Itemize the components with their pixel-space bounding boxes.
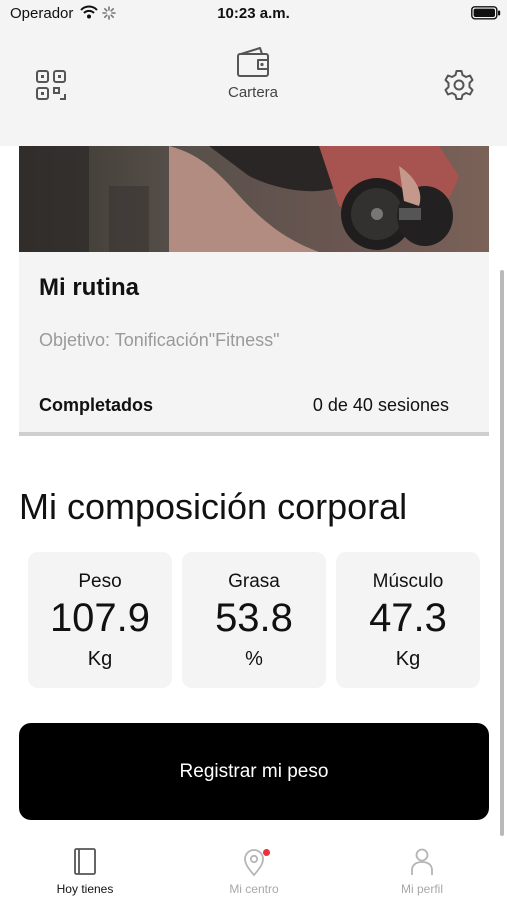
routine-goal: Objetivo: Tonificación"Fitness" [39,330,280,350]
metric-unit: Kg [395,648,421,670]
battery-icon [471,6,501,20]
book-icon [74,848,96,875]
scroll-indicator[interactable] [500,270,504,836]
tab-icon-wrapper [239,846,270,878]
status-bar: Operador 10:23 a.m. [0,0,507,28]
composition-title: Mi composición corporal [19,486,408,527]
wallet-button[interactable]: Cartera [203,46,303,112]
metric-label: Peso [78,571,122,592]
weight-metric-card[interactable]: Peso 107.9 Kg [28,552,172,688]
qr-code-button[interactable] [34,68,68,102]
person-icon [411,848,433,875]
metric-unit: % [245,648,263,670]
metric-value: 107.9 [49,596,151,640]
metric-value: 47.3 [369,596,447,640]
status-time: 10:23 a.m. [217,5,290,22]
tab-label: Mi centro [229,882,279,896]
tab-bar: Hoy tienes Mi centro Mi perfil [0,836,507,900]
routine-photo [19,146,489,252]
qr-code-icon [36,70,66,100]
routine-card[interactable]: Mi rutina Objetivo: Tonificación"Fitness… [19,146,489,436]
completed-label: Completados [39,395,154,415]
top-bar: Cartera [0,28,507,146]
metric-value: 53.8 [215,596,293,640]
tab-my-center[interactable]: Mi centro [184,846,324,900]
tab-label: Mi perfil [400,882,443,896]
muscle-metric-card[interactable]: Músculo 47.3 Kg [336,552,480,688]
metric-unit: Kg [87,648,113,670]
gear-icon [444,70,474,100]
fat-metric-card[interactable]: Grasa 53.8 % [182,552,326,688]
register-weight-button[interactable]: Registrar mi peso [19,723,489,820]
wallet-label: Cartera [227,84,279,101]
tab-label: Hoy tienes [56,882,114,896]
tab-my-profile[interactable]: Mi perfil [352,846,492,900]
metric-label: Músculo [372,571,444,592]
settings-button[interactable] [442,68,476,102]
wallet-icon [237,47,269,77]
completed-sessions: 0 de 40 sesiones [312,395,449,415]
tab-today[interactable]: Hoy tienes [15,846,155,900]
routine-title: Mi rutina [39,274,139,301]
notification-dot [263,849,270,856]
metric-label: Grasa [228,571,280,592]
